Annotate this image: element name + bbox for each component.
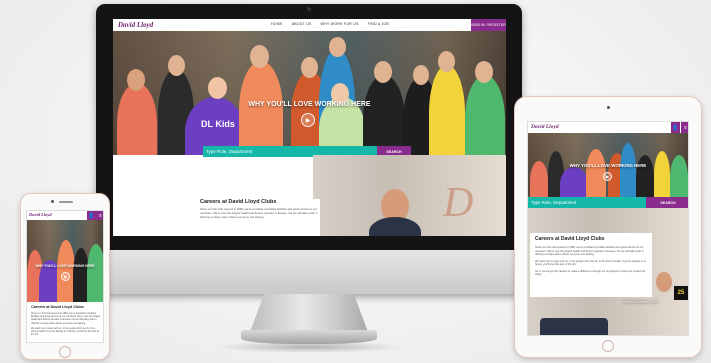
staff-figure [374, 61, 392, 83]
phone-careers-card: Careers at David Lloyd Clubs Since our f… [27, 302, 103, 342]
ceo-portrait [656, 272, 672, 292]
play-icon[interactable]: ▶ [61, 272, 70, 281]
staff-figure [301, 57, 318, 78]
watermark-script: D [443, 180, 474, 226]
monitor-chin [96, 250, 522, 294]
tablet-header: David Lloyd 👤 ≡ [528, 122, 688, 133]
staff-figure [540, 318, 608, 335]
phone-speaker [59, 201, 73, 203]
ceo-name: Glenn Earlam, CEO [623, 299, 659, 304]
tablet-hero-title: WHY YOU'LL LOVE WORKING HERE [569, 163, 647, 168]
staff-figure [636, 155, 654, 197]
tablet-logo[interactable]: David Lloyd [531, 124, 559, 130]
staff-figure [239, 61, 283, 155]
site-header: David Lloyd HOME ABOUT US WHY WORK FOR U… [113, 19, 506, 31]
staff-figure [670, 155, 688, 197]
tablet-home-button[interactable] [602, 340, 614, 352]
tablet-search-input[interactable]: Type Role, Department [528, 197, 646, 208]
tablet-screen: David Lloyd 👤 ≡ WHY YOU'LL LOVE WORKING … [527, 121, 689, 336]
tablet-careers-text-2: We want you to grow with us, to be peopl… [535, 259, 647, 267]
staff-figure [363, 75, 405, 155]
tablet-careers-text-3: So, if you've got the passion to make a … [535, 269, 646, 277]
menu-icon[interactable]: ≡ [681, 122, 688, 133]
play-icon[interactable]: ▶ [603, 172, 612, 181]
phone-logo[interactable]: David Lloyd [29, 212, 52, 217]
staff-figure [208, 77, 227, 99]
nav-why-work[interactable]: WHY WORK FOR US [321, 22, 359, 26]
main-nav: HOME ABOUT US WHY WORK FOR US FIND A JOB [271, 22, 389, 26]
tablet-device: David Lloyd 👤 ≡ WHY YOU'LL LOVE WORKING … [514, 96, 702, 358]
desktop-monitor: David Lloyd HOME ABOUT US WHY WORK FOR U… [96, 4, 522, 294]
nav-home[interactable]: HOME [271, 22, 283, 26]
nav-about[interactable]: ABOUT US [292, 22, 312, 26]
staff-figure [127, 69, 145, 91]
staff-figure [438, 51, 455, 72]
staff-figure [654, 151, 670, 197]
tablet-hero-image: WHY YOU'LL LOVE WORKING HERE ▶ [528, 133, 688, 197]
staff-figure [475, 61, 493, 83]
phone-camera [51, 200, 54, 203]
staff-figure [465, 75, 505, 155]
staff-figure [117, 83, 157, 155]
staff-figure [620, 143, 636, 197]
desktop-screen: David Lloyd HOME ABOUT US WHY WORK FOR U… [113, 19, 506, 236]
phone-hero-title: WHY YOU'LL LOVE WORKING HERE [35, 264, 95, 268]
tablet-careers-card: Careers at David Lloyd Clubs Since our f… [530, 233, 652, 297]
staff-figure [250, 45, 269, 68]
tablet-search-button[interactable]: SEARCH [646, 197, 688, 208]
tablet-careers-title: Careers at David Lloyd Clubs [535, 236, 605, 242]
phone-careers-title: Careers at David Lloyd Clubs [31, 305, 84, 309]
anniversary-badge: 25 [674, 286, 688, 300]
play-icon[interactable]: ▶ [301, 113, 315, 127]
user-icon[interactable]: 👤 [87, 211, 96, 220]
monitor-camera [307, 7, 311, 11]
careers-text: Since our first club opened in 1982, we'… [200, 207, 318, 219]
staff-figure [413, 65, 429, 85]
tablet-careers-text: Since our first club opened in 1982, we'… [535, 246, 644, 256]
user-icon[interactable]: 👤 [671, 122, 680, 133]
staff-figure [168, 55, 185, 76]
staff-figure [87, 244, 103, 302]
hero-title: WHY YOU'LL LOVE WORKING HERE [248, 101, 371, 108]
staff-figure [329, 37, 346, 57]
monitor-stand [250, 294, 368, 332]
dl-kids-shirt-text: DL Kids [201, 119, 235, 129]
phone-device: David Lloyd 👤 ≡ WHY YOU'LL LOVE WORKING … [20, 193, 110, 360]
badge-number: 25 [677, 290, 685, 296]
phone-screen: David Lloyd 👤 ≡ WHY YOU'LL LOVE WORKING … [26, 210, 104, 343]
menu-icon[interactable]: ≡ [96, 211, 103, 220]
sign-in-button[interactable]: SIGN IN / REGISTER [471, 19, 506, 31]
site-logo[interactable]: David Lloyd [118, 21, 153, 29]
careers-card: Careers at David Lloyd Clubs Since our f… [200, 199, 320, 236]
phone-hero-image: WHY YOU'LL LOVE WORKING HERE ▶ [27, 220, 103, 302]
tablet-camera [607, 106, 610, 109]
hero-image: DL Kids WHY YOU'LL LOVE WORKING HERE ▶ [113, 31, 506, 155]
staff-figure [429, 65, 465, 155]
staff-figure [560, 167, 588, 197]
tablet-search-bar: Type Role, Department SEARCH [528, 197, 688, 208]
monitor-base [241, 330, 377, 344]
phone-careers-text: Since our first club opened in 1982, we'… [31, 312, 101, 325]
careers-title: Careers at David Lloyd Clubs [200, 199, 277, 205]
phone-careers-text-2: We want you to grow with us, to be peopl… [31, 326, 99, 337]
nav-find-job[interactable]: FIND A JOB [368, 22, 389, 26]
phone-home-button[interactable] [59, 346, 71, 358]
phone-header: David Lloyd 👤 ≡ [27, 211, 103, 220]
